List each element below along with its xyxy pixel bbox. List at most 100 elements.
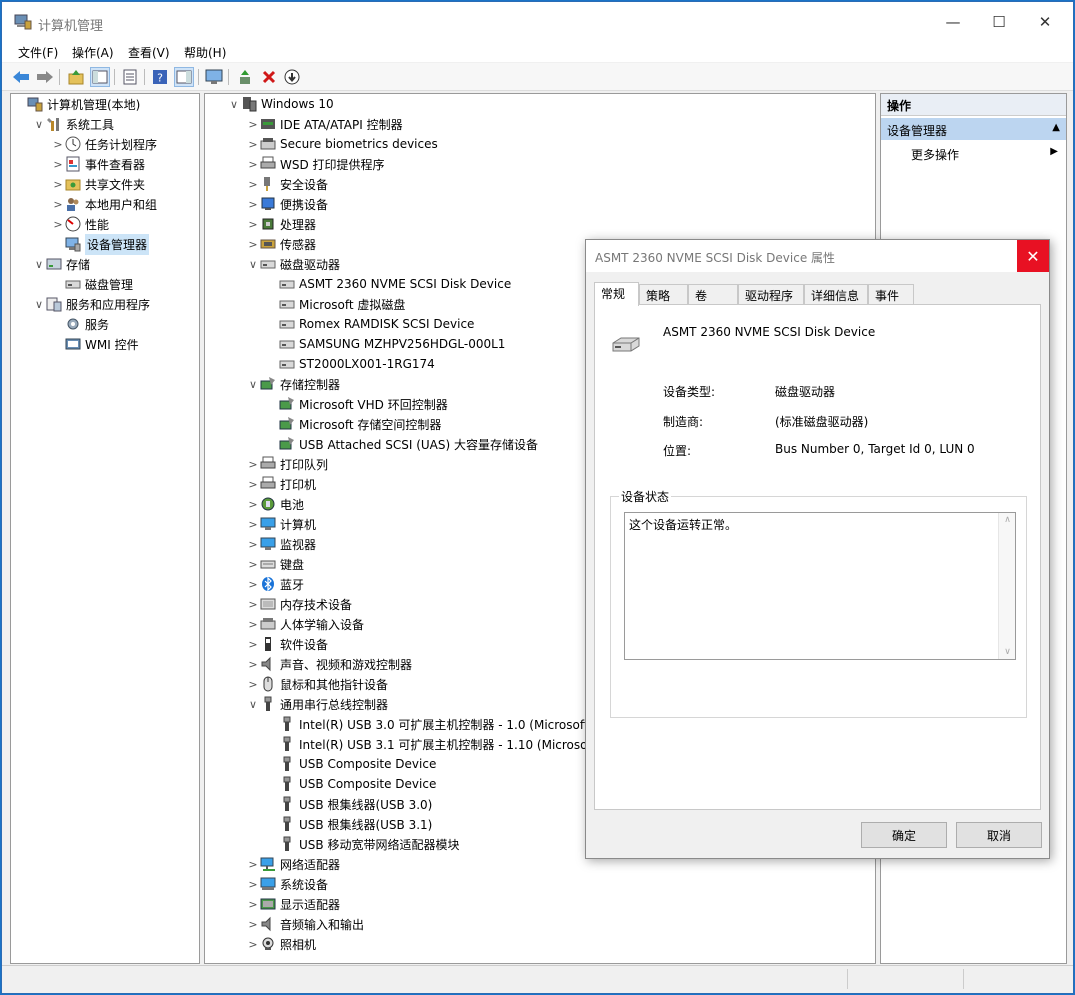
device-tree-item[interactable]: > 显示适配器 (246, 894, 340, 914)
collapsed-chevron-icon[interactable]: > (246, 178, 260, 191)
expanded-chevron-icon[interactable]: ∨ (246, 258, 260, 271)
collapsed-chevron-icon[interactable]: > (246, 578, 260, 591)
menu-action[interactable]: 操作(A) (72, 44, 114, 61)
collapsed-chevron-icon[interactable]: > (246, 458, 260, 471)
device-tree-item[interactable]: > 处理器 (246, 214, 316, 234)
expanded-chevron-icon[interactable]: ∨ (32, 298, 46, 311)
console-tree-item[interactable]: > 本地用户和组 (51, 194, 157, 214)
device-tree-item[interactable]: ∨ 磁盘驱动器 (246, 254, 340, 274)
menu-help[interactable]: 帮助(H) (184, 44, 226, 61)
forward-button[interactable] (35, 67, 55, 87)
device-tree-item[interactable]: > 人体学输入设备 (246, 614, 364, 634)
collapsed-chevron-icon[interactable]: > (246, 518, 260, 531)
more-actions-item[interactable]: 更多操作 ▶ (881, 142, 1066, 164)
cancel-button[interactable]: 取消 (956, 822, 1042, 848)
close-button[interactable]: ✕ (1022, 2, 1068, 42)
device-tree-item[interactable]: USB Composite Device (265, 754, 436, 774)
tab-policies[interactable]: 策略 (639, 284, 688, 304)
collapsed-chevron-icon[interactable]: > (246, 878, 260, 891)
device-tree-item[interactable]: Intel(R) USB 3.0 可扩展主机控制器 - 1.0 (Microso… (265, 714, 593, 734)
show-hide-tree-button[interactable] (90, 67, 110, 87)
device-tree-item[interactable]: > 安全设备 (246, 174, 328, 194)
collapsed-chevron-icon[interactable]: > (51, 218, 65, 231)
collapsed-chevron-icon[interactable]: > (246, 218, 260, 231)
device-tree-item[interactable]: ∨ Windows 10 (227, 94, 334, 114)
device-tree-item[interactable]: > IDE ATA/ATAPI 控制器 (246, 114, 402, 134)
expanded-chevron-icon[interactable]: ∨ (246, 698, 260, 711)
console-tree-item[interactable]: 计算机管理(本地) (13, 94, 140, 114)
device-tree-item[interactable]: > 电池 (246, 494, 304, 514)
dialog-close-button[interactable]: ✕ (1017, 240, 1049, 272)
device-tree-item[interactable]: > 音频输入和输出 (246, 914, 364, 934)
scan-hardware-button[interactable] (204, 67, 224, 87)
device-tree-item[interactable]: > 软件设备 (246, 634, 328, 654)
console-tree-item[interactable]: ∨ 服务和应用程序 (32, 294, 150, 314)
collapsed-chevron-icon[interactable]: > (51, 138, 65, 151)
update-driver-button[interactable] (235, 67, 255, 87)
collapsed-chevron-icon[interactable]: > (246, 118, 260, 131)
back-button[interactable] (11, 67, 31, 87)
ok-button[interactable]: 确定 (861, 822, 947, 848)
device-tree-item[interactable]: Microsoft 虚拟磁盘 (265, 294, 405, 314)
properties-button[interactable] (120, 67, 140, 87)
menu-file[interactable]: 文件(F) (18, 44, 58, 61)
device-tree-item[interactable]: > 打印队列 (246, 454, 328, 474)
device-tree-item[interactable]: > 监视器 (246, 534, 316, 554)
expanded-chevron-icon[interactable]: ∨ (227, 98, 241, 111)
device-tree-item[interactable]: USB Attached SCSI (UAS) 大容量存储设备 (265, 434, 538, 454)
device-status-textbox[interactable]: 这个设备运转正常。 ∧ ∨ (624, 512, 1016, 660)
device-tree-item[interactable]: USB 根集线器(USB 3.0) (265, 794, 432, 814)
device-tree-item[interactable]: > 声音、视频和游戏控制器 (246, 654, 412, 674)
collapsed-chevron-icon[interactable]: > (246, 238, 260, 251)
help-button[interactable]: ? (150, 67, 170, 87)
device-tree-item[interactable]: Microsoft 存储空间控制器 (265, 414, 441, 434)
device-tree-item[interactable]: Romex RAMDISK SCSI Device (265, 314, 474, 334)
console-tree-item[interactable]: ∨ 存储 (32, 254, 90, 274)
device-tree-item[interactable]: > WSD 打印提供程序 (246, 154, 385, 174)
collapsed-chevron-icon[interactable]: > (246, 898, 260, 911)
device-tree-item[interactable]: ASMT 2360 NVME SCSI Disk Device (265, 274, 511, 294)
device-tree-item[interactable]: USB Composite Device (265, 774, 436, 794)
console-tree-item[interactable]: ∨ 系统工具 (32, 114, 114, 134)
device-tree-item[interactable]: > 键盘 (246, 554, 304, 574)
console-tree-item[interactable]: > 性能 (51, 214, 109, 234)
collapsed-chevron-icon[interactable]: > (246, 598, 260, 611)
device-tree-item[interactable]: ∨ 存储控制器 (246, 374, 340, 394)
show-action-pane-button[interactable] (174, 67, 194, 87)
device-tree-item[interactable]: > 便携设备 (246, 194, 328, 214)
collapsed-chevron-icon[interactable]: > (246, 858, 260, 871)
tab-driver[interactable]: 驱动程序 (738, 284, 804, 304)
expanded-chevron-icon[interactable]: ∨ (32, 258, 46, 271)
expanded-chevron-icon[interactable]: ∨ (32, 118, 46, 131)
console-tree-item[interactable]: 设备管理器 (51, 233, 150, 255)
device-tree-item[interactable]: SAMSUNG MZHPV256HDGL-000L1 (265, 334, 505, 354)
console-tree-item[interactable]: WMI 控件 (51, 334, 139, 354)
device-tree-item[interactable]: USB 移动宽带网络适配器模块 (265, 834, 459, 854)
collapsed-chevron-icon[interactable]: > (246, 158, 260, 171)
collapsed-chevron-icon[interactable]: > (246, 618, 260, 631)
device-tree-item[interactable]: > 打印机 (246, 474, 316, 494)
actions-section-device-manager[interactable]: 设备管理器 ▲ (881, 118, 1066, 140)
menu-view[interactable]: 查看(V) (128, 44, 170, 61)
console-tree-item[interactable]: 磁盘管理 (51, 274, 133, 294)
collapsed-chevron-icon[interactable]: > (246, 678, 260, 691)
collapsed-chevron-icon[interactable]: > (246, 638, 260, 651)
collapsed-chevron-icon[interactable]: > (246, 498, 260, 511)
collapsed-chevron-icon[interactable]: > (51, 178, 65, 191)
minimize-button[interactable]: — (930, 2, 976, 42)
device-tree-item[interactable]: > 网络适配器 (246, 854, 340, 874)
console-tree-item[interactable]: 服务 (51, 314, 109, 334)
tab-volumes[interactable]: 卷 (688, 284, 738, 304)
device-tree-item[interactable]: ST2000LX001-1RG174 (265, 354, 435, 374)
collapsed-chevron-icon[interactable]: > (51, 158, 65, 171)
device-tree-item[interactable]: > 系统设备 (246, 874, 328, 894)
collapsed-chevron-icon[interactable]: > (246, 938, 260, 951)
console-tree-item[interactable]: > 任务计划程序 (51, 134, 157, 154)
console-tree-item[interactable]: > 共享文件夹 (51, 174, 145, 194)
device-tree-item[interactable]: > 蓝牙 (246, 574, 304, 594)
enable-device-button[interactable] (282, 67, 302, 87)
device-tree-item[interactable]: > 照相机 (246, 934, 316, 954)
device-tree-item[interactable]: > 内存技术设备 (246, 594, 352, 614)
tab-details[interactable]: 详细信息 (804, 284, 868, 304)
collapsed-chevron-icon[interactable]: > (246, 558, 260, 571)
